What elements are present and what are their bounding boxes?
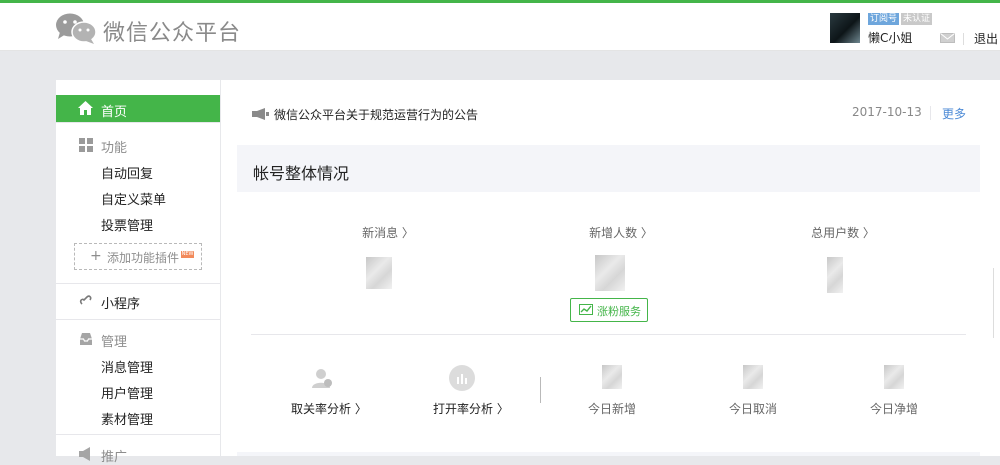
new-badge: NEW	[181, 251, 194, 258]
header-separator	[963, 33, 964, 45]
megaphone-icon	[79, 447, 90, 461]
blurred-stat-value	[743, 365, 763, 389]
sidebar-divider	[56, 283, 220, 284]
today-new-label: 今日新增	[588, 402, 637, 416]
platform-title: 微信公众平台	[103, 21, 242, 46]
blurred-stat-value	[366, 257, 392, 289]
stat-new-messages[interactable]: 新消息 〉	[328, 224, 448, 241]
verify-status-badge[interactable]: 未认证	[901, 13, 933, 25]
bar-chart-icon	[449, 365, 475, 391]
wechat-logo-icon	[56, 13, 97, 44]
overview-header: 帐号整体情况	[237, 145, 980, 192]
avatar[interactable]	[830, 13, 860, 43]
sidebar-item-custom-menu[interactable]: 自定义菜单	[101, 189, 166, 208]
announcement-date: 2017-10-13	[852, 105, 922, 119]
account-username[interactable]: 懒C小姐	[868, 29, 912, 46]
link-chain-icon	[79, 295, 92, 305]
sidebar-item-user-manage[interactable]: 用户管理	[101, 383, 153, 402]
blurred-stat-value	[884, 365, 904, 389]
blurred-stat-value	[602, 365, 622, 389]
user-remove-icon	[312, 369, 332, 388]
sidebar-divider	[56, 122, 220, 123]
sidebar-section-title: 管理	[101, 335, 128, 350]
today-cancel-label: 今日取消	[729, 402, 778, 416]
today-net-label: 今日净增	[870, 402, 919, 416]
logout-link[interactable]: 退出	[974, 30, 998, 47]
sidebar-item-home[interactable]: 首页	[56, 95, 220, 122]
stat-label: 总用户数 〉	[811, 226, 875, 240]
open-rate-label: 打开率分析 〉	[433, 402, 509, 416]
sidebar-divider	[56, 319, 220, 320]
mail-icon[interactable]	[940, 33, 955, 43]
next-panel-top	[237, 452, 980, 456]
grow-followers-label: 涨粉服务	[597, 305, 641, 318]
blurred-stat-value	[595, 255, 625, 291]
sidebar-item-label: 小程序	[101, 297, 141, 312]
plus-icon: +	[90, 248, 102, 264]
stat-new-followers[interactable]: 新增人数 〉	[561, 224, 681, 241]
stat-total-users[interactable]: 总用户数 〉	[783, 224, 903, 241]
megaphone-icon	[252, 108, 269, 120]
sidebar: 首页 功能 自动回复 自定义菜单 投票管理 + 添加功能插件 NEW 小程序 管…	[56, 80, 220, 465]
sidebar-item-vote-manage[interactable]: 投票管理	[101, 215, 153, 234]
inbox-icon	[80, 333, 92, 345]
top-header: 微信公众平台 订阅号 未认证 懒C小姐 退出	[0, 3, 1000, 51]
scrollbar[interactable]	[993, 268, 1000, 338]
vertical-separator	[540, 377, 541, 403]
account-type-badge: 订阅号	[868, 13, 900, 25]
sidebar-section-title: 功能	[101, 141, 128, 156]
sidebar-item-message-manage[interactable]: 消息管理	[101, 357, 153, 376]
grow-followers-button[interactable]: 涨粉服务	[570, 298, 648, 322]
stat-label: 新消息 〉	[362, 226, 414, 240]
stat-label: 新增人数 〉	[589, 226, 653, 240]
sidebar-item-material-manage[interactable]: 素材管理	[101, 409, 153, 428]
add-plugin-button[interactable]: + 添加功能插件 NEW	[74, 243, 202, 270]
sidebar-divider	[56, 434, 220, 435]
more-link[interactable]: 更多	[942, 105, 966, 122]
blurred-stat-value	[827, 257, 843, 293]
section-divider	[251, 334, 966, 335]
overview-title: 帐号整体情况	[253, 164, 350, 183]
add-plugin-label: 添加功能插件	[107, 251, 180, 265]
grid-icon	[79, 138, 93, 152]
home-icon	[78, 101, 93, 115]
announcement-separator	[930, 106, 931, 120]
main-panel: 微信公众平台关于规范运营行为的公告 2017-10-13 更多 帐号整体情况 新…	[221, 80, 1000, 456]
sidebar-item-label: 首页	[101, 105, 128, 120]
unfollow-rate-label: 取关率分析 〉	[291, 402, 367, 416]
trend-chart-icon	[579, 304, 593, 315]
announcement-link[interactable]: 微信公众平台关于规范运营行为的公告	[274, 106, 478, 123]
sidebar-item-auto-reply[interactable]: 自动回复	[101, 163, 153, 182]
